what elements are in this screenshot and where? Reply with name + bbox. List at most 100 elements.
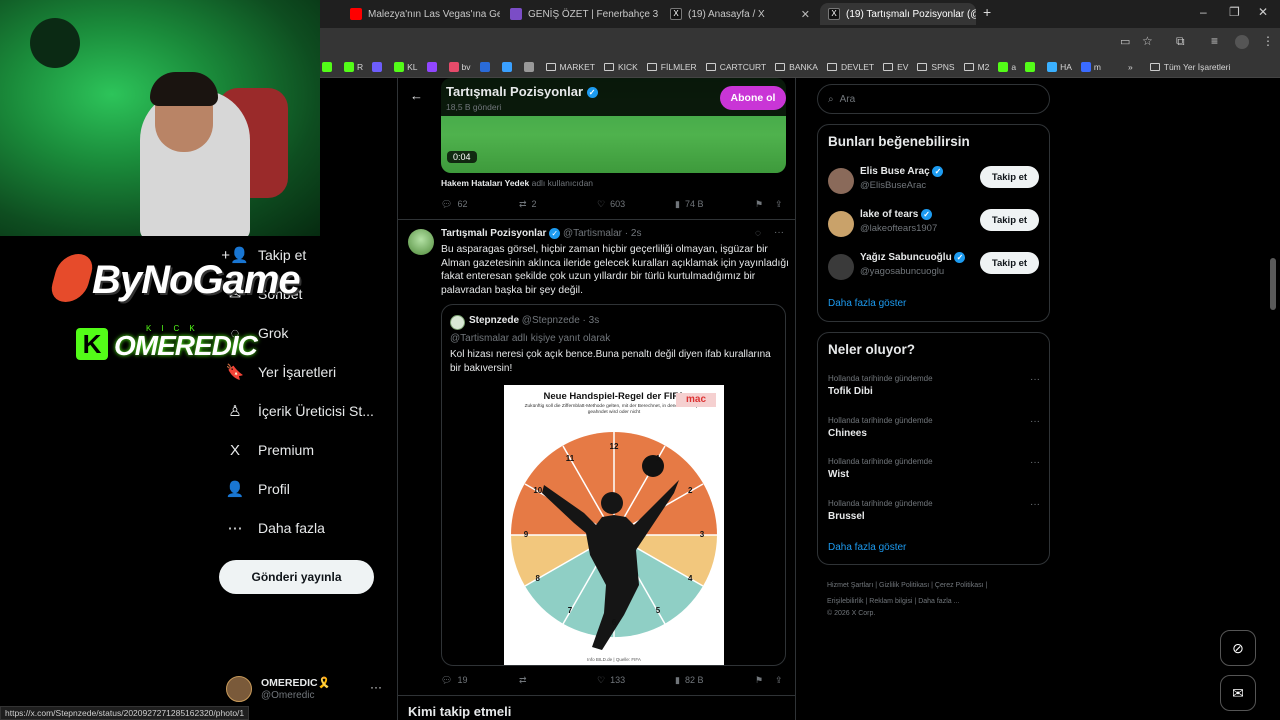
trend-item[interactable]: Hollanda tarihinde gündemde Brussel ··· — [828, 499, 1040, 529]
tab-title: Malezya'nın Las Vegas'ına Gekt — [368, 8, 500, 20]
close-window-button[interactable]: ✕ — [1258, 5, 1268, 19]
bookmark-folder[interactable]: M2 — [963, 62, 989, 72]
more-icon[interactable]: ··· — [1030, 374, 1040, 385]
follow-button[interactable]: Takip et — [980, 166, 1039, 188]
profile-avatar[interactable] — [1235, 35, 1249, 49]
tab-title: GENİŞ ÖZET | Fenerbahçe 3 1 N — [528, 8, 660, 20]
account-switcher[interactable]: OMEREDIC🎗️ @Omeredic ··· — [226, 674, 386, 704]
share-icon[interactable]: ⇪ — [775, 675, 785, 686]
subscribe-button[interactable]: Abone ol — [720, 86, 786, 110]
suggestion-item[interactable]: Elis Buse Araç ✓ @ElisBuseArac Takip et — [828, 166, 1040, 198]
bookmark-folder[interactable]: EV — [883, 62, 908, 72]
bookmark-folder[interactable]: FİLMLER — [646, 62, 697, 72]
bookmark-icon[interactable]: ⚑ — [755, 199, 775, 210]
show-more-trends-link[interactable]: Daha fazla göster — [828, 542, 906, 553]
post-author[interactable]: Tartışmalı Pozisyonlar — [441, 228, 546, 239]
bookmark-item[interactable] — [523, 61, 537, 72]
footer-link[interactable]: Reklam bilgisi — [869, 598, 912, 605]
browser-tab[interactable]: X (19) Anasayfa / X ✕ — [662, 3, 818, 25]
bookmark-item[interactable]: R — [344, 61, 363, 72]
browser-tab-active[interactable]: X (19) Tartışmalı Pozisyonlar (@Ta ✕ — [820, 3, 976, 25]
trend-item[interactable]: Hollanda tarihinde gündemde Tofik Dibi ··· — [828, 374, 1040, 404]
footer-link[interactable]: Hizmet Şartları — [827, 582, 873, 589]
browser-tab[interactable]: GENİŞ ÖZET | Fenerbahçe 3 1 N ✕ — [502, 3, 660, 25]
grok-fab-icon[interactable]: ⊘ — [1220, 630, 1256, 666]
footer-link[interactable]: Çerez Politikası — [935, 582, 984, 589]
more-icon[interactable]: ··· — [1030, 457, 1040, 468]
show-more-link[interactable]: Daha fazla göster — [828, 298, 906, 309]
like-count: 133 — [610, 675, 626, 685]
bookmark-item[interactable] — [426, 61, 440, 72]
nav-profile[interactable]: 👤 Profil — [226, 475, 290, 503]
bookmark-item[interactable]: bv — [448, 61, 471, 72]
more-bookmarks-icon[interactable]: » — [1128, 62, 1133, 72]
quote-author[interactable]: Stepnzede — [469, 315, 519, 326]
like-button[interactable]: ♡ 133 — [597, 675, 675, 686]
bookmark-folder[interactable]: CARTCURT — [705, 62, 766, 72]
all-bookmarks-folder[interactable]: Tüm Yer İşaretleri — [1149, 62, 1230, 72]
minimize-button[interactable]: – — [1200, 5, 1207, 19]
search-input[interactable]: ⌕ Ara — [817, 84, 1050, 114]
nav-more[interactable]: ⋯ Daha fazla — [226, 514, 325, 542]
scrollbar[interactable] — [1270, 258, 1276, 310]
reply-button[interactable]: 💬︎ 62 — [441, 199, 519, 210]
post-button[interactable]: Gönderi yayınla — [219, 560, 374, 594]
cast-icon[interactable]: ▭ — [1120, 35, 1130, 48]
more-icon[interactable]: ··· — [370, 680, 382, 694]
bookmark-folder[interactable]: BANKA — [775, 62, 818, 72]
like-button[interactable]: ♡ 603 — [597, 199, 675, 210]
repost-button[interactable]: ⇄ 2 — [519, 199, 597, 210]
views-button[interactable]: ▮ 82 B — [675, 675, 755, 686]
bookmark-item[interactable] — [322, 61, 335, 72]
bookmark-label: bv — [461, 61, 471, 72]
star-icon[interactable]: ☆ — [1142, 34, 1153, 48]
menu-icon[interactable]: ⋮ — [1262, 34, 1274, 48]
grok-icon[interactable]: ◌ — [755, 228, 761, 239]
reply-button[interactable]: 💬︎ 19 — [441, 675, 519, 686]
views-button[interactable]: ▮ 74 B — [675, 199, 755, 210]
quote-image[interactable]: Neue Handspiel-Regel der FIFA Zukünftig … — [504, 385, 724, 665]
footer-link[interactable]: Daha fazla ... — [918, 598, 959, 605]
bookmark-folder[interactable]: DEVLET — [826, 62, 874, 72]
footer-link[interactable]: Erişilebilirlik — [827, 598, 864, 605]
new-tab-button[interactable]: + — [983, 4, 991, 20]
quoted-post[interactable]: Stepnzede @Stepnzede · 3s @Tartismalar a… — [441, 304, 786, 666]
bookmark-item[interactable]: KL — [394, 61, 418, 72]
like-count: 603 — [610, 199, 626, 209]
bookmark-item[interactable]: a — [998, 61, 1016, 72]
video-source-name[interactable]: Hakem Hataları Yedek — [441, 178, 529, 188]
avatar[interactable] — [408, 229, 434, 255]
browser-tab[interactable]: Malezya'nın Las Vegas'ına Gekt ✕ — [342, 3, 500, 25]
bookmark-item[interactable] — [372, 61, 385, 72]
bookmark-item[interactable] — [1025, 61, 1038, 72]
messages-fab-icon[interactable]: ✉ — [1220, 675, 1256, 711]
more-icon[interactable]: ··· — [774, 227, 784, 238]
close-tab-icon[interactable]: ✕ — [795, 8, 810, 21]
extensions-icon[interactable]: ⧉ — [1176, 34, 1185, 49]
footer-link[interactable]: Gizlilik Politikası — [879, 582, 929, 589]
suggestion-item[interactable]: Yağız Sabuncuoğlu ✓ @yagosabuncuoglu Takip… — [828, 252, 1040, 284]
bookmark-folder[interactable]: MARKET — [545, 62, 595, 72]
nav-premium[interactable]: X Premium — [226, 436, 314, 464]
repost-button[interactable]: ⇄ — [519, 675, 597, 686]
bookmark-icon[interactable]: ⚑ — [755, 675, 775, 686]
maximize-button[interactable]: ❐ — [1229, 5, 1240, 19]
bookmark-item[interactable] — [479, 61, 493, 72]
follow-button[interactable]: Takip et — [980, 209, 1039, 231]
trend-item[interactable]: Hollanda tarihinde gündemde Wist ··· — [828, 457, 1040, 487]
bookmark-folder[interactable]: SPNS — [917, 62, 955, 72]
more-icon[interactable]: ··· — [1030, 416, 1040, 427]
follow-button[interactable]: Takip et — [980, 252, 1039, 274]
back-arrow-icon[interactable]: ← — [410, 88, 423, 103]
media-icon[interactable]: ≡ — [1211, 34, 1218, 48]
bookmark-folder[interactable]: KICK — [603, 62, 638, 72]
trend-topic: Wist — [828, 469, 850, 480]
trend-item[interactable]: Hollanda tarihinde gündemde Chinees ··· — [828, 416, 1040, 446]
share-icon[interactable]: ⇪ — [775, 199, 785, 210]
suggestion-item[interactable]: lake of tears ✓ @lakeoftears1907 Takip et — [828, 209, 1040, 241]
bookmark-item[interactable]: m — [1080, 61, 1101, 72]
more-icon[interactable]: ··· — [1030, 499, 1040, 510]
bookmark-item[interactable]: HA — [1047, 61, 1072, 72]
nav-creator-studio[interactable]: ♙ İçerik Üreticisi St... — [226, 397, 374, 425]
bookmark-item[interactable] — [501, 61, 515, 72]
